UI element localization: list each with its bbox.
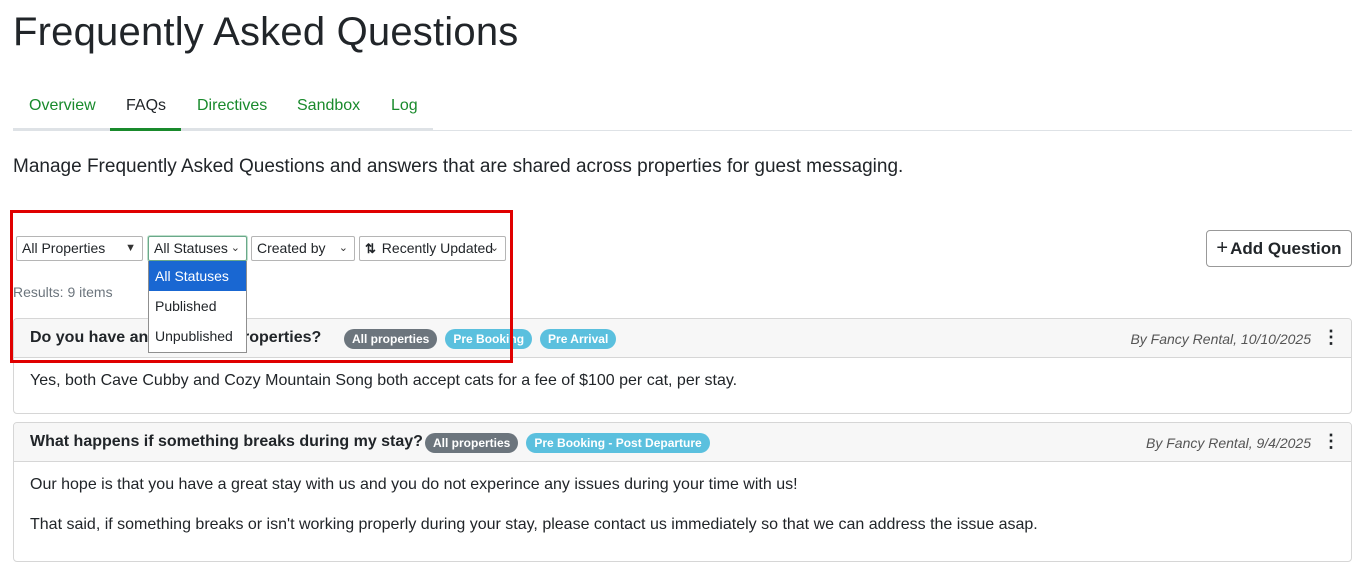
badge-all-properties: All properties [344, 329, 438, 349]
sort-select[interactable]: ⇅ Recently Updated ⌄ [359, 236, 506, 261]
faq-answer-paragraph: That said, if something breaks or isn't … [30, 516, 1038, 533]
caret-down-icon: ▼ [125, 242, 136, 254]
faq-answer-paragraph: Our hope is that you have a great stay w… [30, 476, 798, 493]
faq-question-start: Do you have an [30, 329, 149, 346]
chevron-down-icon: ⌄ [338, 242, 348, 254]
status-dropdown-list: All Statuses Published Unpublished [148, 261, 247, 353]
status-filter-value: All Statuses [154, 240, 228, 256]
add-question-label: Add Question [1230, 239, 1342, 258]
faq-answer-paragraph: Yes, both Cave Cubby and Cozy Mountain S… [30, 372, 738, 389]
faq-badges: All properties Pre Booking Pre Arrival [344, 329, 617, 349]
badge-all-properties: All properties [425, 433, 519, 453]
faq-card: What happens if something breaks during … [13, 422, 1352, 562]
badge-pre-booking-post-departure: Pre Booking - Post Departure [526, 433, 710, 453]
badge-pre-booking: Pre Booking [445, 329, 533, 349]
faq-page: Frequently Asked Questions Overview FAQs… [0, 0, 1367, 568]
plus-icon: + [1216, 237, 1229, 259]
tab-directives[interactable]: Directives [181, 88, 283, 130]
status-option-all-statuses[interactable]: All Statuses [149, 261, 246, 291]
tab-sandbox[interactable]: Sandbox [281, 88, 376, 130]
faq-badges: All properties Pre Booking - Post Depart… [425, 433, 710, 453]
faq-byline: By Fancy Rental, 10/10/2025 [1130, 331, 1311, 347]
chevron-down-icon: ⌄ [230, 242, 240, 254]
status-option-published[interactable]: Published [149, 291, 246, 321]
faq-answer: Yes, both Cave Cubby and Cozy Mountain S… [14, 358, 1351, 404]
more-options-icon[interactable]: ⋮ [1322, 431, 1340, 451]
tab-overview[interactable]: Overview [13, 88, 112, 130]
created-by-filter-select[interactable]: Created by ⌄ [251, 236, 355, 261]
more-options-icon[interactable]: ⋮ [1322, 327, 1340, 347]
tab-log[interactable]: Log [375, 88, 434, 130]
faq-byline: By Fancy Rental, 9/4/2025 [1146, 435, 1311, 451]
results-count: Results: 9 items [13, 284, 113, 300]
status-filter-select[interactable]: All Statuses ⌄ [148, 236, 247, 261]
chevron-down-icon: ⌄ [489, 242, 499, 254]
faq-card-header: What happens if something breaks during … [14, 423, 1351, 462]
status-option-unpublished[interactable]: Unpublished [149, 321, 246, 351]
sort-arrows-icon: ⇅ [365, 241, 376, 256]
page-title: Frequently Asked Questions [13, 10, 519, 54]
faq-answer: Our hope is that you have a great stay w… [14, 462, 1351, 548]
sort-value: Recently Updated [381, 240, 494, 256]
page-description: Manage Frequently Asked Questions and an… [13, 156, 904, 177]
faq-question[interactable]: What happens if something breaks during … [30, 433, 423, 451]
tab-faqs[interactable]: FAQs [110, 88, 181, 131]
badge-pre-arrival: Pre Arrival [540, 329, 617, 349]
created-by-filter-value: Created by [257, 240, 326, 256]
add-question-button[interactable]: + Add Question [1206, 230, 1352, 267]
properties-filter-value: All Properties [22, 240, 106, 256]
tab-bar: Overview FAQs Directives Sandbox Log [13, 88, 1352, 131]
properties-filter-select[interactable]: All Properties ▼ [16, 236, 143, 261]
